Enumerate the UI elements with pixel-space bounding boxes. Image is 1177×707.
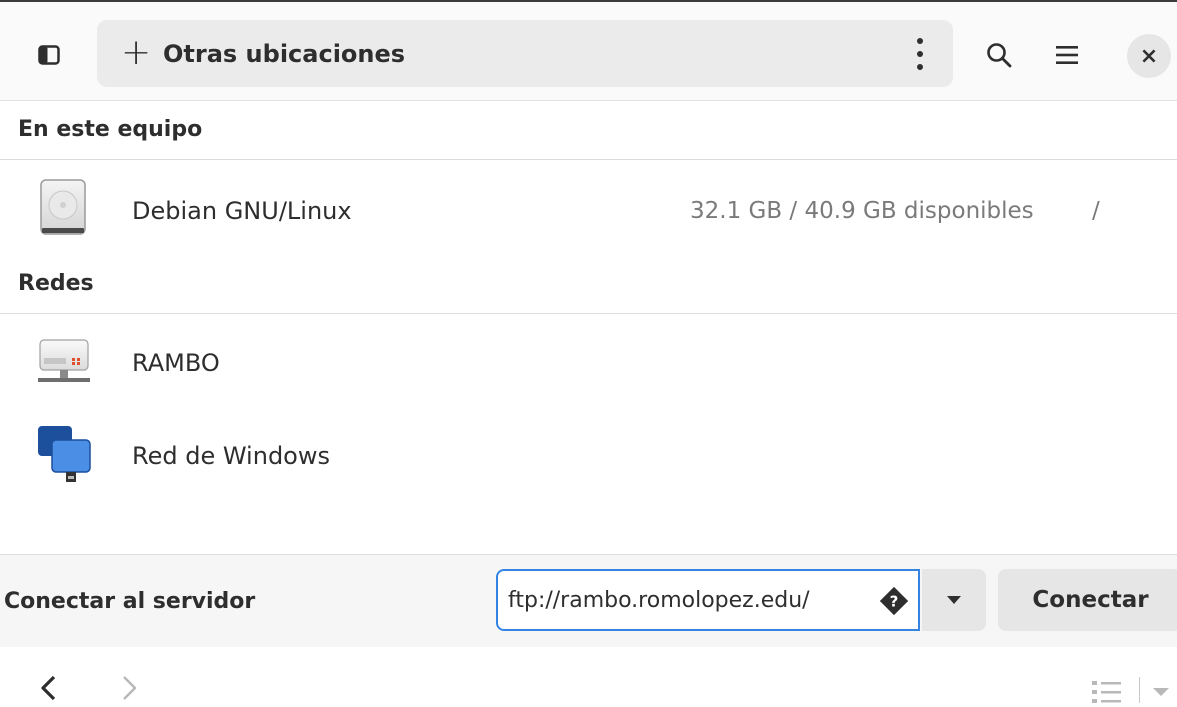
- header-bar: + Otras ubicaciones ×: [0, 2, 1177, 101]
- bottom-bar: [0, 647, 1177, 703]
- section-title-local: En este equipo: [18, 117, 203, 142]
- item-name: RAMBO: [132, 349, 220, 377]
- sidebar-toggle-button[interactable]: [26, 32, 72, 78]
- item-name: Debian GNU/Linux: [132, 197, 352, 225]
- kebab-dot: [917, 50, 923, 57]
- server-address-field[interactable]: ?: [496, 569, 920, 631]
- hamburger-menu-icon: [1056, 46, 1078, 64]
- connect-to-server-label: Conectar al servidor: [4, 589, 256, 614]
- chevron-down-icon[interactable]: [1150, 685, 1172, 699]
- main-menu-button[interactable]: [1042, 30, 1092, 80]
- svg-text:?: ?: [890, 593, 899, 611]
- network-server-icon: [38, 339, 90, 382]
- connect-to-server-bar: Conectar al servidor ? Conectar: [0, 554, 1177, 648]
- kebab-dot: [917, 37, 923, 44]
- chevron-down-icon: [947, 596, 961, 604]
- search-button[interactable]: [974, 30, 1024, 80]
- section-divider: [0, 313, 1177, 314]
- item-name: Red de Windows: [132, 442, 330, 470]
- hard-drive-icon: [40, 179, 86, 235]
- connect-button[interactable]: Conectar: [998, 569, 1177, 631]
- list-item-debian[interactable]: Debian GNU/Linux 32.1 GB / 40.9 GB dispo…: [0, 176, 1177, 246]
- windows-network-icon: [38, 426, 91, 482]
- close-button[interactable]: ×: [1127, 34, 1171, 78]
- item-capacity: 32.1 GB / 40.9 GB disponibles: [690, 198, 1034, 224]
- more-options-button[interactable]: [905, 34, 935, 74]
- location-bar[interactable]: + Otras ubicaciones: [97, 20, 953, 87]
- help-icon[interactable]: ?: [880, 587, 908, 615]
- section-title-network: Redes: [18, 271, 94, 296]
- server-address-input[interactable]: [508, 583, 868, 617]
- item-mount-point: /: [1092, 198, 1100, 224]
- forward-arrow-icon[interactable]: [116, 673, 142, 703]
- list-view-icon[interactable]: [1090, 677, 1124, 707]
- section-divider: [0, 159, 1177, 160]
- kebab-dot: [917, 64, 923, 71]
- search-icon: [987, 43, 1012, 68]
- sidebar-icon: [38, 45, 60, 65]
- list-item-rambo[interactable]: RAMBO: [0, 326, 1177, 396]
- list-item-windows-network[interactable]: Red de Windows: [0, 424, 1177, 494]
- view-separator: [1139, 677, 1140, 703]
- location-label: Otras ubicaciones: [163, 40, 406, 68]
- close-icon: ×: [1139, 43, 1159, 69]
- back-arrow-icon[interactable]: [36, 673, 62, 703]
- add-location-icon: +: [121, 32, 152, 73]
- recent-servers-dropdown-button[interactable]: [922, 569, 986, 631]
